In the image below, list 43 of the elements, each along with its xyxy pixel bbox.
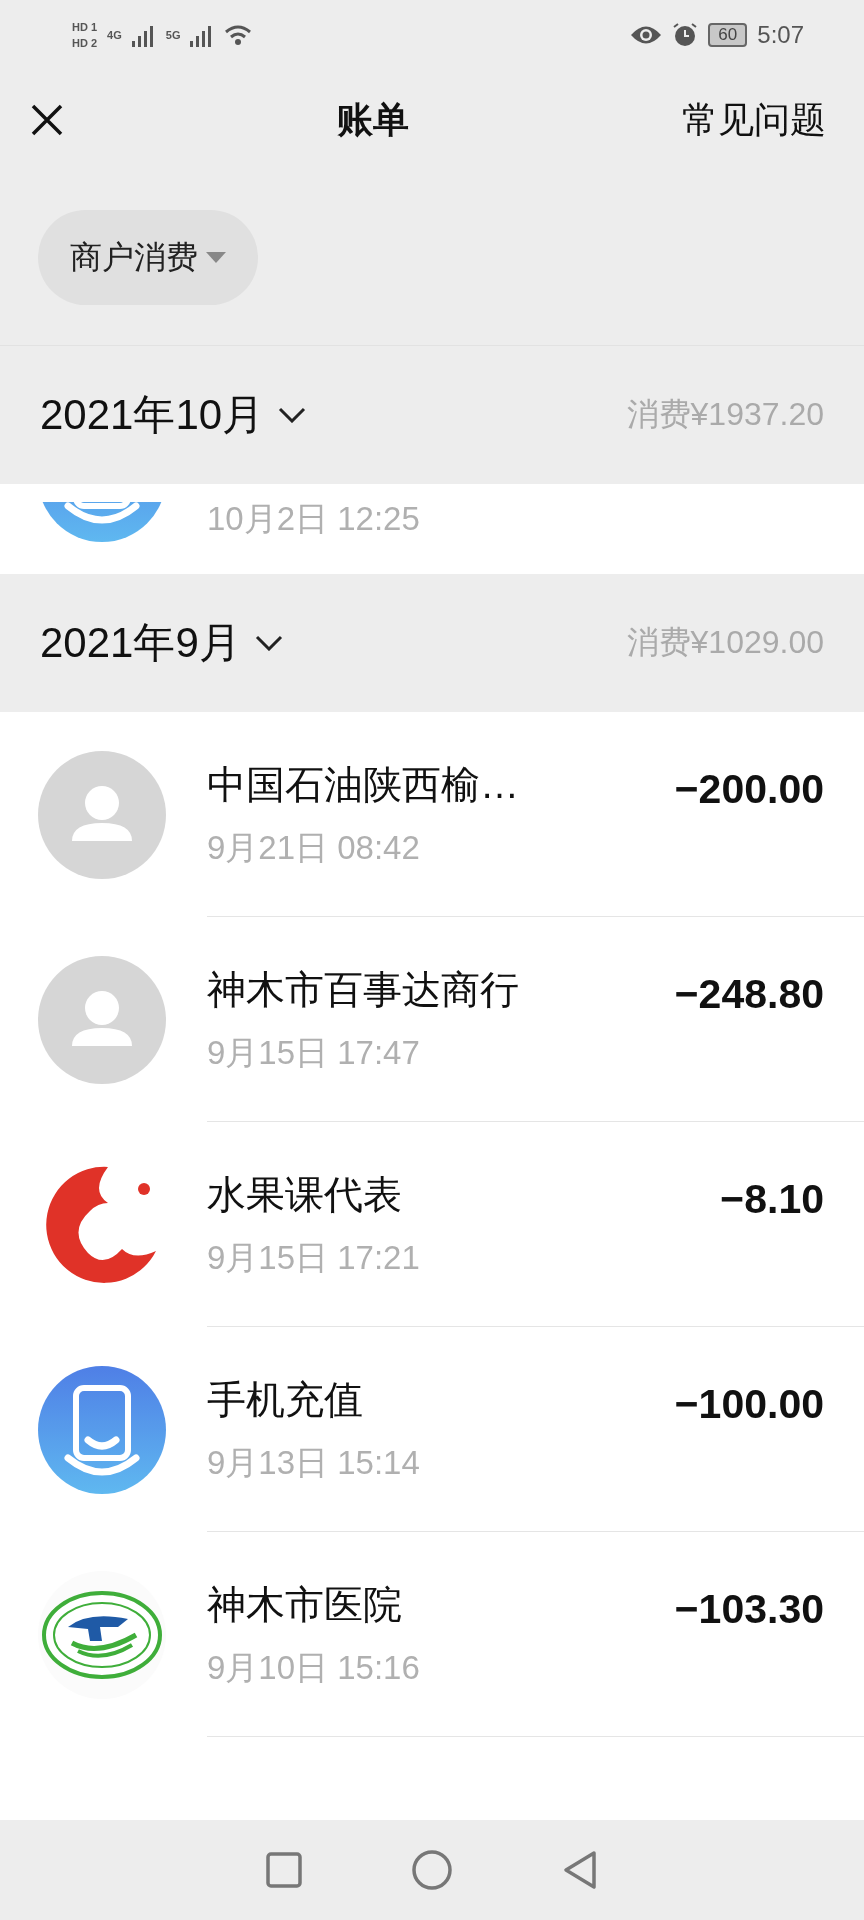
wifi-icon xyxy=(224,24,253,46)
merchant-name: 神木市医院 xyxy=(207,1581,403,1628)
transaction-time: 9月10日 15:16 xyxy=(207,1647,421,1688)
transaction-amount: −100.00 xyxy=(674,1381,824,1428)
network-label: 5G xyxy=(165,29,181,41)
transaction-amount: −103.30 xyxy=(674,1586,824,1633)
faq-link[interactable]: 常见问题 xyxy=(682,95,826,145)
page-title: 账单 xyxy=(337,97,409,142)
transaction-amount: −248.80 xyxy=(674,971,824,1018)
month-selector[interactable]: 2021年10月 xyxy=(40,387,307,443)
transaction-amount: −8.10 xyxy=(720,1176,824,1223)
alarm-icon xyxy=(672,22,699,48)
transaction-time: 9月13日 15:14 xyxy=(207,1442,421,1483)
back-icon[interactable] xyxy=(562,1850,598,1890)
sim-badge: HD 1 xyxy=(72,21,98,33)
default-avatar-icon xyxy=(38,750,166,879)
month-total: 消费¥1937.20 xyxy=(626,395,824,434)
transaction-time: 10月2日 12:25 xyxy=(207,499,420,539)
close-icon[interactable] xyxy=(30,103,64,137)
chevron-down-icon xyxy=(278,407,307,423)
signal-icon xyxy=(131,23,156,47)
merchant-name: 神木市百事达商行 xyxy=(207,966,520,1013)
phone-recharge-icon xyxy=(38,1365,166,1494)
transaction-time: 9月21日 08:42 xyxy=(207,827,421,868)
transaction-time: 9月15日 17:47 xyxy=(207,1032,421,1073)
battery-level: 60 xyxy=(708,23,748,47)
chevron-down-icon xyxy=(254,635,283,651)
eye-icon xyxy=(630,24,663,46)
default-avatar-icon xyxy=(38,955,166,1084)
transaction-time: 9月15日 17:21 xyxy=(207,1237,421,1278)
caret-icon xyxy=(206,251,226,264)
network-label: 4G xyxy=(107,29,122,41)
home-icon[interactable] xyxy=(412,1850,452,1890)
transaction-amount: −200.00 xyxy=(674,766,824,813)
recent-apps-icon[interactable] xyxy=(266,1852,302,1888)
month-selector[interactable]: 2021年9月 xyxy=(40,615,283,671)
merchant-name: 手机充值 xyxy=(207,1376,364,1423)
sim-badge: HD 2 xyxy=(72,37,98,49)
filter-dropdown[interactable]: 商户消费 xyxy=(38,210,258,305)
month-total: 消费¥1029.00 xyxy=(626,623,824,662)
merchant-name: 中国石油陕西榆… xyxy=(207,761,520,808)
merchant-name: 水果课代表 xyxy=(207,1171,403,1218)
clock-time: 5:07 xyxy=(757,21,804,49)
